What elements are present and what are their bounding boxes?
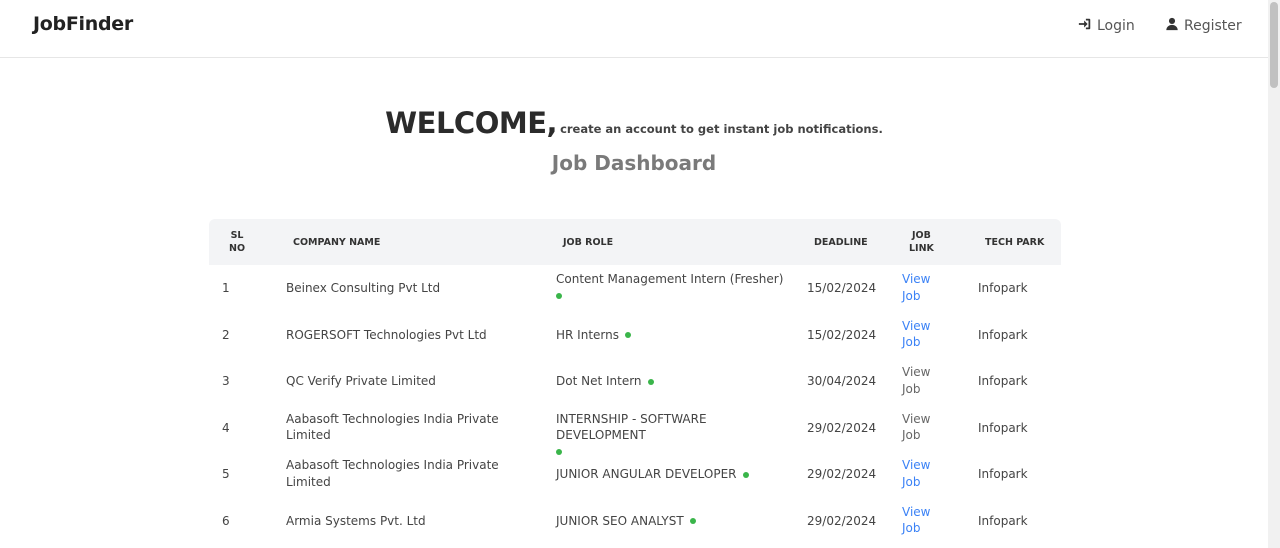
header-tech-park: TECH PARK [985, 237, 1045, 248]
row-job-role: Dot Net Intern [556, 373, 791, 390]
header-sl-no: SL NO [229, 229, 245, 255]
row-deadline: 29/02/2024 [807, 513, 877, 528]
login-label: Login [1097, 18, 1135, 34]
page-title: Job Dashboard [551, 151, 717, 175]
row-deadline: 29/02/2024 [807, 467, 877, 482]
table-row: 5 Aabasoft Technologies India Private Lim… [209, 451, 1061, 498]
header-sl-line1: SL [230, 230, 244, 241]
register-label: Register [1184, 18, 1242, 34]
row-tech-park: Infopark [978, 420, 1028, 435]
row-company: Aabasoft Technologies India Private Limi… [286, 411, 499, 443]
row-tech-park: Infopark [978, 513, 1028, 528]
row-sl-no: 4 [222, 420, 230, 435]
row-company: ROGERSOFT Technologies Pvt Ltd [286, 327, 487, 342]
active-status-dot [742, 471, 749, 478]
header-job-link: JOB LINK [909, 229, 934, 255]
sign-in-icon [1078, 17, 1092, 35]
row-job-role: JUNIOR ANGULAR DEVELOPER [556, 466, 791, 483]
row-job-role: Content Management Intern (Fresher) [556, 271, 791, 304]
table-row: 1 Beinex Consulting Pvt Ltd Content Manage… [209, 265, 1061, 312]
job-role-text: Content Management Intern (Fresher) [556, 272, 784, 286]
table-row: 2 ROGERSOFT Technologies Pvt Ltd HR Intern… [209, 312, 1061, 359]
page-scrollbar[interactable] [1268, 0, 1280, 548]
table-header: SL NO COMPANY NAME JOB ROLE DEADLINE JOB… [209, 219, 1061, 265]
row-sl-no: 3 [222, 374, 230, 389]
row-job-role: JUNIOR SEO ANALYST [556, 513, 791, 530]
row-sl-no: 2 [222, 327, 230, 342]
active-status-dot [689, 518, 696, 525]
jobs-table: SL NO COMPANY NAME JOB ROLE DEADLINE JOB… [209, 219, 1061, 545]
user-icon [1165, 17, 1179, 35]
row-tech-park: Infopark [978, 467, 1028, 482]
row-deadline: 15/02/2024 [807, 281, 877, 295]
job-role-text: INTERNSHIP - SOFTWARE DEVELOPMENT [556, 411, 707, 443]
welcome-heading: WELCOME, create an account to get instant… [0, 106, 1268, 140]
header-deadline: DEADLINE [814, 237, 868, 248]
row-sl-no: 1 [222, 281, 230, 295]
view-job-link[interactable]: View Job [902, 364, 942, 397]
table-row: 4 Aabasoft Technologies India Private Lim… [209, 405, 1061, 456]
row-company: Armia Systems Pvt. Ltd [286, 513, 426, 528]
row-deadline: 30/04/2024 [807, 374, 877, 389]
active-status-dot [647, 378, 654, 385]
active-status-dot [625, 332, 631, 339]
register-link[interactable]: Register [1165, 17, 1242, 35]
view-job-link[interactable]: View Job [902, 504, 942, 537]
view-job-link[interactable]: View Job [902, 457, 942, 490]
row-company: QC Verify Private Limited [286, 374, 436, 389]
row-company: Beinex Consulting Pvt Ltd [286, 281, 441, 295]
job-role-text: JUNIOR SEO ANALYST [556, 513, 684, 528]
view-job-link[interactable]: View Job [902, 411, 942, 444]
view-job-link[interactable]: View Job [902, 318, 942, 351]
job-role-text: HR Interns [556, 327, 619, 342]
header-company: COMPANY NAME [293, 237, 381, 248]
row-job-role: HR Interns [556, 327, 791, 344]
row-tech-park: Infopark [978, 327, 1028, 342]
job-role-text: JUNIOR ANGULAR DEVELOPER [556, 467, 737, 482]
header-link-line2: LINK [909, 243, 934, 254]
navbar: JobFinder Login Register [0, 0, 1268, 58]
table-body: 1 Beinex Consulting Pvt Ltd Content Manage… [209, 265, 1061, 545]
row-deadline: 29/02/2024 [807, 420, 877, 435]
header-role: JOB ROLE [563, 237, 614, 248]
view-job-link[interactable]: View Job [902, 271, 942, 304]
login-link[interactable]: Login [1078, 17, 1135, 35]
row-tech-park: Infopark [978, 374, 1028, 389]
header-sl-line2: NO [229, 243, 246, 254]
welcome-subtitle: create an account to get instant job not… [560, 122, 883, 136]
row-tech-park: Infopark [978, 281, 1028, 295]
table-row: 6 Armia Systems Pvt. Ltd JUNIOR SEO ANALYS… [209, 498, 1061, 545]
row-sl-no: 5 [222, 467, 230, 482]
header-link-line1: JOB [912, 230, 931, 241]
scrollbar-thumb[interactable] [1270, 2, 1278, 88]
brand-logo[interactable]: JobFinder [33, 13, 133, 35]
active-status-dot [556, 293, 562, 299]
job-role-text: Dot Net Intern [556, 374, 642, 389]
row-deadline: 15/02/2024 [807, 327, 877, 342]
row-company: Aabasoft Technologies India Private Limi… [286, 458, 499, 489]
welcome-title: WELCOME, [385, 106, 558, 140]
table-row: 3 QC Verify Private Limited Dot Net Intern… [209, 358, 1061, 405]
row-sl-no: 6 [222, 513, 230, 528]
